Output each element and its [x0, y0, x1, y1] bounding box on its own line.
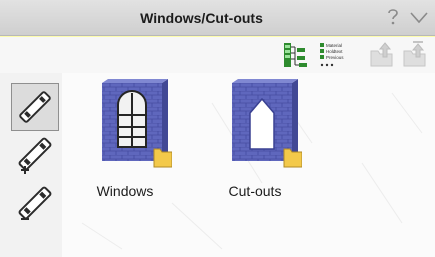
item-label-windows: Windows — [96, 183, 154, 199]
catalog-item-windows[interactable]: Windows — [70, 75, 180, 215]
legend-line-1: Material — [326, 43, 342, 48]
folder-top-icon[interactable] — [399, 39, 431, 71]
window-wall-thumbnail-icon — [102, 79, 172, 168]
add-tool-icon[interactable] — [11, 130, 59, 178]
legend-line-3: Previous — [326, 55, 344, 60]
folder-up-icon[interactable] — [366, 39, 398, 71]
panel-title: Windows/Cut-outs — [140, 10, 263, 26]
chevron-down-icon[interactable] — [408, 6, 430, 28]
legend-icon[interactable]: Material Holdtext Previous — [318, 39, 366, 71]
select-tool-icon[interactable] — [11, 83, 59, 131]
title-bar: Windows/Cut-outs — [0, 0, 435, 36]
remove-tool-icon[interactable] — [11, 179, 59, 227]
cutout-wall-thumbnail-icon — [232, 79, 302, 168]
toolbar: Material Holdtext Previous — [0, 37, 435, 73]
question-mark-icon[interactable] — [382, 6, 404, 28]
catalog-item-cutouts[interactable]: Cut-outs — [200, 75, 310, 215]
legend-line-2: Holdtext — [326, 49, 343, 54]
item-label-cutouts: Cut-outs — [228, 183, 282, 199]
catalog-content: Windows Cut-outs — [62, 73, 435, 257]
catalog-panel: Windows/Cut-outs Material Holdtext Previ… — [0, 0, 435, 257]
tool-strip — [0, 73, 62, 257]
tree-view-icon[interactable] — [281, 39, 313, 71]
